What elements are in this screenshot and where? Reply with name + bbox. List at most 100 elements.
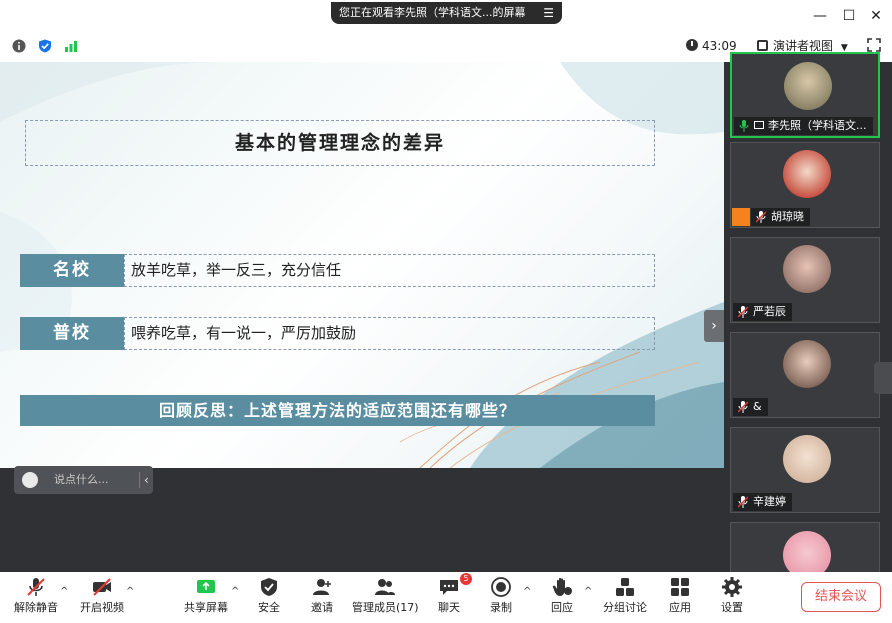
security-label: 安全	[258, 601, 280, 614]
chevron-up-icon[interactable]: ^	[60, 586, 68, 597]
avatar	[783, 435, 831, 483]
user-icon	[732, 208, 750, 226]
participant-tile[interactable]: 严若辰	[730, 237, 880, 323]
chevron-up-icon[interactable]: ^	[231, 586, 239, 597]
fullscreen-icon[interactable]	[867, 38, 881, 52]
avatar	[784, 62, 832, 110]
add-user-icon	[313, 579, 331, 595]
meeting-window: 您正在观看李先照（学科语文...的屏幕 ☰ — ☐ ✕ 43:09 演讲者视图 …	[0, 0, 892, 623]
mic-off-icon	[756, 211, 766, 223]
avatar	[783, 150, 831, 198]
share-banner[interactable]: 您正在观看李先照（学科语文...的屏幕 ☰	[331, 2, 562, 24]
invite-label: 邀请	[311, 601, 333, 614]
settings-button[interactable]: 设置	[715, 576, 749, 620]
avatar	[783, 245, 831, 293]
chevron-up-icon[interactable]: ^	[584, 586, 592, 597]
breakout-icon	[616, 578, 634, 596]
settings-label: 设置	[721, 601, 743, 614]
unmute-button[interactable]: 解除静音	[12, 576, 60, 620]
shield-icon	[261, 578, 277, 596]
participant-tile[interactable]: 胡琼晓	[730, 142, 880, 228]
chat-quick-input[interactable]: 说点什么... ‹	[14, 466, 153, 494]
participant-tile[interactable]: 辛建婷	[730, 427, 880, 513]
start-video-label: 开启视频	[80, 601, 124, 614]
manage-members-button[interactable]: 管理成员(17)	[352, 576, 419, 620]
apps-icon	[671, 578, 689, 596]
participant-name-tag: 严若辰	[733, 303, 792, 321]
mic-on-icon	[739, 120, 749, 132]
info-icon[interactable]	[12, 39, 26, 53]
meeting-timer: 43:09	[686, 38, 737, 54]
apps-label: 应用	[669, 601, 691, 614]
participant-name-tag: 辛建婷	[733, 493, 792, 511]
chevron-right-icon: ›	[711, 318, 717, 334]
breakout-button[interactable]: 分组讨论	[602, 576, 648, 620]
share-screen-button[interactable]: 共享屏幕	[182, 576, 230, 620]
chat-icon	[440, 580, 458, 595]
start-video-button[interactable]: 开启视频	[78, 576, 126, 620]
view-mode-label: 演讲者视图	[773, 39, 834, 53]
chat-button[interactable]: 5 聊天	[432, 573, 472, 620]
collapse-panel-button[interactable]: ›	[704, 310, 724, 342]
participant-name-tag: 李先照（学科语文...	[734, 117, 873, 135]
reactions-button[interactable]: 回应	[545, 576, 579, 620]
clock-icon	[686, 39, 698, 51]
record-icon	[491, 577, 511, 597]
participant-name: 辛建婷	[753, 495, 786, 508]
chat-placeholder: 说点什么...	[54, 473, 109, 486]
row-text-elite: 放羊吃草，举一反三，充分信任	[124, 254, 655, 287]
meeting-toolbar: 解除静音 ^ 开启视频 ^ 共享屏幕 ^ 安全 邀请 管理成员(17) 5 聊天	[0, 572, 892, 623]
slide-title: 基本的管理理念的差异	[234, 132, 445, 154]
signal-icon[interactable]	[64, 39, 78, 53]
participant-name-tag: &	[733, 398, 768, 416]
divider	[139, 472, 140, 488]
participant-name: 胡琼晓	[771, 210, 804, 223]
end-meeting-button[interactable]: 结束会议	[801, 582, 881, 612]
apps-button[interactable]: 应用	[663, 576, 697, 620]
mic-muted-icon	[27, 578, 45, 596]
participant-video-panel: 李先照（学科语文... 胡琼晓 严若辰 & 辛建婷	[724, 52, 892, 582]
gear-icon	[722, 577, 742, 597]
participant-name: 李先照（学科语文...	[768, 119, 867, 132]
reflection-question: 回顾反思：上述管理方法的适应范围还有哪些？	[20, 395, 655, 426]
participant-tile[interactable]: &	[730, 332, 880, 418]
close-button[interactable]: ✕	[862, 4, 890, 28]
participant-name-tag: 胡琼晓	[751, 208, 810, 226]
maximize-button[interactable]: ☐	[835, 4, 863, 28]
mic-off-icon	[738, 401, 748, 413]
row-tag-regular: 普校	[20, 317, 124, 350]
hamburger-icon[interactable]: ☰	[543, 2, 554, 24]
screen-share-icon	[754, 121, 764, 129]
share-screen-icon	[197, 580, 215, 593]
record-label: 录制	[490, 601, 512, 614]
row-text-regular: 喂养吃草，有一说一，严厉加鼓励	[124, 317, 655, 350]
emoji-icon[interactable]	[22, 472, 38, 488]
share-banner-text: 您正在观看李先照（学科语文...的屏幕	[339, 6, 526, 19]
view-mode-icon	[757, 40, 768, 51]
invite-button[interactable]: 邀请	[305, 576, 339, 620]
chevron-up-icon[interactable]: ^	[523, 586, 531, 597]
chat-badge: 5	[460, 573, 472, 585]
unmute-label: 解除静音	[14, 601, 58, 614]
security-button[interactable]: 安全	[252, 576, 286, 620]
members-icon	[375, 579, 395, 595]
title-bar: 您正在观看李先照（学科语文...的屏幕 ☰ — ☐ ✕	[0, 0, 892, 32]
presentation-slide: 基本的管理理念的差异 名校 放羊吃草，举一反三，充分信任 普校 喂养吃草，有一说…	[0, 62, 724, 468]
hand-raise-icon	[552, 577, 572, 596]
chevron-left-icon[interactable]: ‹	[144, 466, 149, 494]
participant-name: &	[753, 400, 762, 413]
mic-off-icon	[738, 496, 748, 508]
record-button[interactable]: 录制	[484, 576, 518, 620]
timer-text: 43:09	[702, 39, 737, 53]
participant-tile[interactable]: 李先照（学科语文...	[730, 52, 880, 138]
slide-title-box: 基本的管理理念的差异	[25, 120, 655, 166]
side-drag-handle[interactable]	[874, 362, 892, 394]
share-screen-label: 共享屏幕	[184, 601, 228, 614]
mic-off-icon	[738, 306, 748, 318]
row-tag-elite: 名校	[20, 254, 124, 287]
minimize-button[interactable]: —	[806, 4, 834, 28]
manage-members-label: 管理成员(17)	[352, 601, 419, 614]
chevron-up-icon[interactable]: ^	[126, 586, 134, 597]
shield-icon[interactable]	[38, 39, 52, 53]
participant-name: 严若辰	[753, 305, 786, 318]
